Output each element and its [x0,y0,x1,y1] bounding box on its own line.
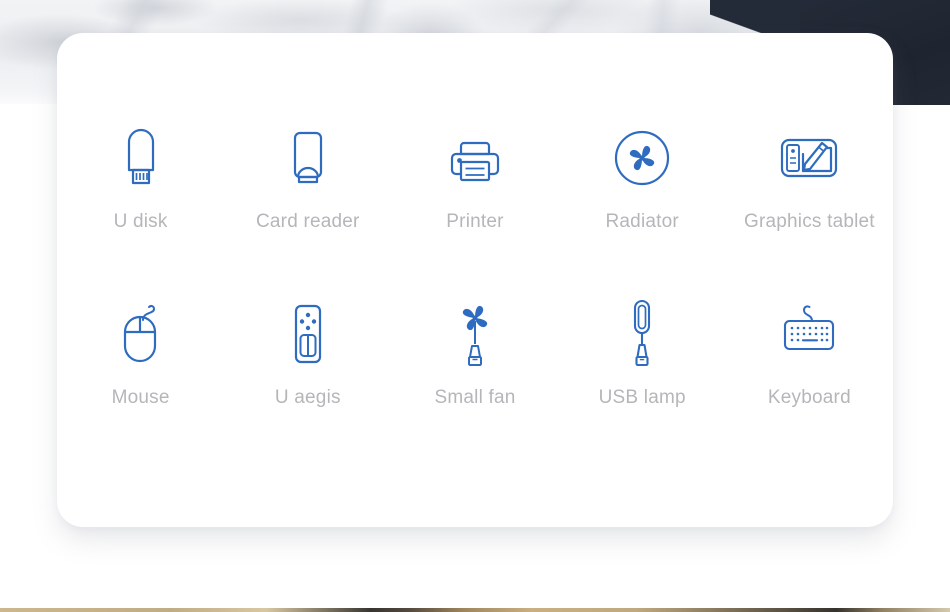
page-stage: U disk Card reader Printer Radiator Grap… [0,0,950,612]
accessory-label: Keyboard [767,387,851,408]
keyboard-icon [777,295,841,373]
accessory-label: Card reader [255,211,360,232]
accessory-label: Graphics tablet [743,211,875,232]
printer-icon [446,119,504,197]
accessory-item-printer[interactable]: Printer [391,119,558,233]
accessories-grid: U disk Card reader Printer Radiator Grap… [57,119,893,409]
small-fan-icon [449,295,501,373]
accessories-card: U disk Card reader Printer Radiator Grap… [57,33,893,527]
accessory-item-mouse[interactable]: Mouse [57,295,224,409]
u-aegis-icon [287,295,329,373]
graphics-tablet-icon [778,119,840,197]
accessory-item-u-aegis[interactable]: U aegis [224,295,391,409]
accessory-label: U disk [113,211,168,232]
accessory-label: Radiator [605,211,679,232]
accessory-item-keyboard[interactable]: Keyboard [726,295,893,409]
radiator-fan-icon [613,119,671,197]
accessory-label: Printer [446,211,504,232]
accessory-item-u-disk[interactable]: U disk [57,119,224,233]
accessory-item-small-fan[interactable]: Small fan [391,295,558,409]
accessory-label: Mouse [111,387,170,408]
accessory-item-radiator[interactable]: Radiator [559,119,726,233]
accessory-item-card-reader[interactable]: Card reader [224,119,391,233]
mouse-icon [116,295,166,373]
u-disk-icon [119,119,163,197]
card-reader-icon [285,119,331,197]
accessory-item-graphics-tablet[interactable]: Graphics tablet [726,119,893,233]
bottom-image-sliver [0,608,950,612]
accessory-item-usb-lamp[interactable]: USB lamp [559,295,726,409]
accessory-label: USB lamp [598,387,686,408]
accessory-label: U aegis [274,387,341,408]
accessory-label: Small fan [434,387,516,408]
usb-lamp-icon [624,295,660,373]
